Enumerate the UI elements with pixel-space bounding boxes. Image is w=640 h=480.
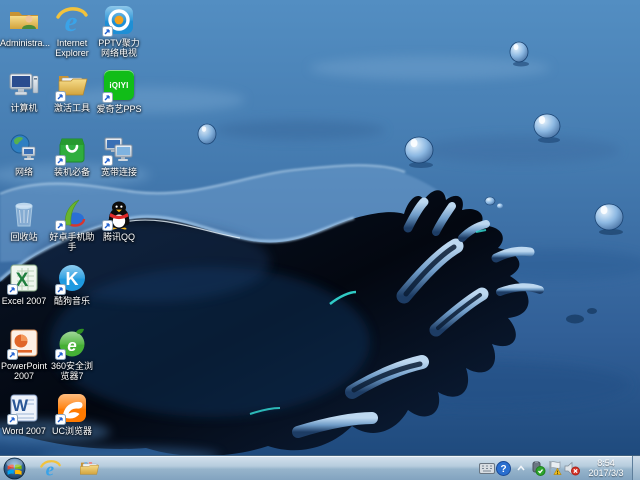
volume-muted-icon[interactable]	[563, 456, 580, 480]
ie-icon: e	[56, 4, 88, 36]
language-keyboard-icon[interactable]	[478, 456, 495, 480]
icon-label: Excel 2007	[1, 296, 47, 306]
svg-text:K: K	[66, 269, 79, 289]
ie-icon: e	[39, 459, 61, 479]
desktop-icon-word-2007[interactable]: W Word 2007	[0, 392, 48, 436]
shortcut-arrow-icon	[7, 414, 18, 425]
clock-date: 2017/3/3	[588, 468, 624, 478]
desktop-icon-haozhuo-assistant[interactable]: 好卓手机助手	[48, 198, 96, 252]
uc-squirrel-icon	[55, 392, 88, 425]
word-icon: W	[7, 392, 40, 425]
desktop-icon-powerpoint-2007[interactable]: PowerPoint 2007	[0, 327, 48, 381]
desktop-icon-uc-browser[interactable]: UC浏览器	[48, 392, 96, 436]
desktop: Administra... e Internet Explorer PPTV聚力…	[0, 0, 640, 480]
desktop-icon-network[interactable]: 网络	[0, 133, 48, 177]
shortcut-arrow-icon	[7, 349, 18, 360]
icon-label: PPTV聚力 网络电视	[98, 38, 140, 58]
desktop-icon-kugou-music[interactable]: K 酷狗音乐	[48, 262, 96, 306]
internet-explorer-taskbar-button[interactable]: e	[35, 457, 65, 480]
device-safe-icon[interactable]	[529, 456, 546, 480]
iqiyi-glyph: iQIYI	[109, 80, 129, 90]
shortcut-arrow-icon	[55, 284, 66, 295]
open-folder-icon	[55, 69, 88, 102]
software-bag-icon	[55, 133, 88, 166]
icon-label: 网络	[14, 167, 33, 177]
icon-label: 宽带连接	[100, 167, 137, 177]
shortcut-arrow-icon	[55, 155, 66, 166]
computer-icon	[8, 69, 40, 101]
shortcut-arrow-icon	[102, 220, 113, 231]
icon-label: Word 2007	[2, 426, 46, 436]
icon-label: 好卓手机助手	[49, 232, 95, 252]
desktop-icon-pptv[interactable]: PPTV聚力 网络电视	[95, 4, 143, 58]
shortcut-arrow-icon	[55, 414, 66, 425]
icon-label: PowerPoint 2007	[0, 361, 48, 381]
show-hidden-icons-arrow[interactable]	[512, 456, 529, 480]
network-globe-icon	[8, 133, 40, 165]
powerpoint-icon	[7, 327, 40, 360]
svg-text:e: e	[67, 336, 76, 355]
desktop-icon-excel-2007[interactable]: X Excel 2007	[0, 262, 48, 306]
icon-label: 激活工具	[53, 103, 90, 113]
taskbar-clock[interactable]: 8:54 2017/3/3	[583, 458, 629, 478]
windows-explorer-taskbar-button[interactable]	[74, 457, 104, 480]
shortcut-arrow-icon	[102, 92, 113, 103]
icon-label: 酷狗音乐	[53, 296, 90, 306]
qq-penguin-icon	[102, 198, 135, 231]
desktop-icon-computer[interactable]: 计算机	[0, 69, 48, 113]
user-folder-icon	[8, 4, 40, 36]
recycle-bin-icon	[8, 198, 40, 230]
iqiyi-icon: iQIYI	[102, 70, 135, 103]
icon-label: 爱奇艺PPS	[96, 104, 142, 114]
system-tray: ? 8:54 2017/3/3	[478, 455, 640, 480]
icon-label: 装机必备	[53, 167, 90, 177]
desktop-icon-recycle-bin[interactable]: 回收站	[0, 198, 48, 242]
shortcut-arrow-icon	[55, 349, 66, 360]
dual-monitors-icon	[102, 133, 135, 166]
shortcut-arrow-icon	[102, 155, 113, 166]
windows-logo-icon	[3, 457, 26, 479]
shortcut-arrow-icon	[102, 26, 113, 37]
action-center-flag-icon[interactable]	[546, 456, 563, 480]
icon-label: 回收站	[10, 232, 38, 242]
start-button[interactable]	[3, 457, 26, 480]
desktop-icon-broadband[interactable]: 宽带连接	[95, 133, 143, 177]
icon-label: Administra...	[0, 38, 51, 48]
show-desktop-button[interactable]	[632, 455, 640, 480]
desktop-icon-360-browser[interactable]: e 360安全浏览器7	[48, 327, 96, 381]
shortcut-arrow-icon	[55, 220, 66, 231]
svg-text:W: W	[12, 396, 29, 415]
taskbar: e ? 8:54 2017/3/3	[0, 455, 640, 480]
icon-label: 360安全浏览器7	[50, 361, 94, 381]
haozhuo-swirl-icon	[55, 198, 88, 231]
desktop-icon-activation-tools[interactable]: 激活工具	[48, 69, 96, 113]
desktop-icon-internet-explorer[interactable]: e Internet Explorer	[48, 4, 96, 58]
folder-icon	[79, 461, 99, 475]
icon-label: UC浏览器	[52, 426, 92, 436]
desktop-icon-zhuangji-bibei[interactable]: 装机必备	[48, 133, 96, 177]
icon-label: 计算机	[10, 103, 38, 113]
shortcut-arrow-icon	[7, 284, 18, 295]
pptv-icon	[102, 4, 135, 37]
svg-text:?: ?	[500, 464, 506, 475]
kugou-icon: K	[55, 262, 88, 295]
shortcut-arrow-icon	[55, 91, 66, 102]
desktop-icon-administrator[interactable]: Administra...	[0, 4, 51, 48]
icon-label: 腾讯QQ	[102, 232, 135, 242]
desktop-icon-iqiyi-pps[interactable]: iQIYI 爱奇艺PPS	[95, 69, 143, 114]
excel-icon: X	[7, 262, 40, 295]
desktop-icon-tencent-qq[interactable]: 腾讯QQ	[95, 198, 143, 242]
clock-time: 8:54	[597, 458, 615, 468]
360-browser-icon: e	[55, 327, 88, 360]
icon-label: Internet Explorer	[55, 38, 89, 58]
help-icon[interactable]: ?	[495, 456, 512, 480]
